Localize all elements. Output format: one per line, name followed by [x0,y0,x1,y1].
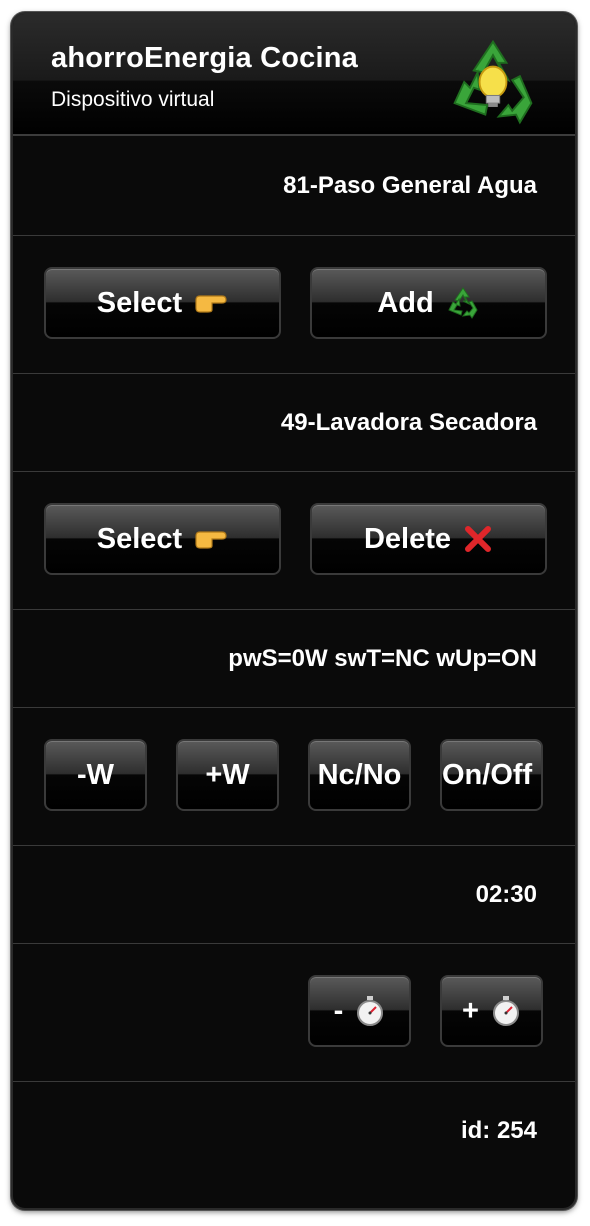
decrease-power-button[interactable]: -W [44,739,147,811]
increase-time-label: + [462,994,479,1027]
control-row: -W +W Nc/No On/Off [13,708,575,846]
on-off-button[interactable]: On/Off [440,739,543,811]
add-button-label: Add [377,286,434,319]
increase-power-button[interactable]: +W [176,739,279,811]
decrease-power-label: -W [76,758,115,791]
pointing-hand-icon [194,528,228,550]
program-label-1: 81-Paso General Agua [283,171,537,199]
time-row: 02:30 [13,846,575,944]
nc-no-button[interactable]: Nc/No [308,739,411,811]
recycle-bulb-icon [453,39,533,125]
page-subtitle: Dispositivo virtual [51,88,215,111]
button-row-1: Select Add [13,236,575,374]
red-x-icon [463,524,493,554]
add-button[interactable]: Add [310,267,547,339]
id-row: id: 254 [13,1082,575,1180]
increase-power-label: +W [205,758,250,791]
select-button-label: Select [96,522,183,555]
status-row: pwS=0W swT=NC wUp=ON [13,610,575,708]
select-button-1[interactable]: Select [44,267,281,339]
select-button-label: Select [96,286,183,319]
delete-button-label: Delete [363,522,452,555]
header: ahorroEnergia Cocina Dispositivo virtual [13,14,575,136]
program-label-2: 49-Lavadora Secadora [280,408,537,436]
timer-row: - + [13,944,575,1082]
device-id-text: id: 254 [460,1117,537,1144]
pointing-hand-icon [194,292,228,314]
stopwatch-icon [355,995,385,1027]
select-button-2[interactable]: Select [44,503,281,575]
recycle-icon [446,286,480,320]
button-row-2: Select Delete [13,472,575,610]
status-text: pwS=0W swT=NC wUp=ON [228,644,537,672]
decrease-time-button[interactable]: - [308,975,411,1047]
increase-time-button[interactable]: + [440,975,543,1047]
program-row-2: 49-Lavadora Secadora [13,374,575,472]
stopwatch-icon [491,995,521,1027]
on-off-label: On/Off [442,758,533,791]
nc-no-label: Nc/No [317,758,402,791]
program-row-1: 81-Paso General Agua [13,136,575,236]
device-panel: ahorroEnergia Cocina Dispositivo virtual… [11,12,577,1210]
time-text: 02:30 [475,880,537,908]
decrease-time-label: - [333,994,344,1027]
page-title: ahorroEnergia Cocina [51,42,358,74]
delete-button[interactable]: Delete [310,503,547,575]
